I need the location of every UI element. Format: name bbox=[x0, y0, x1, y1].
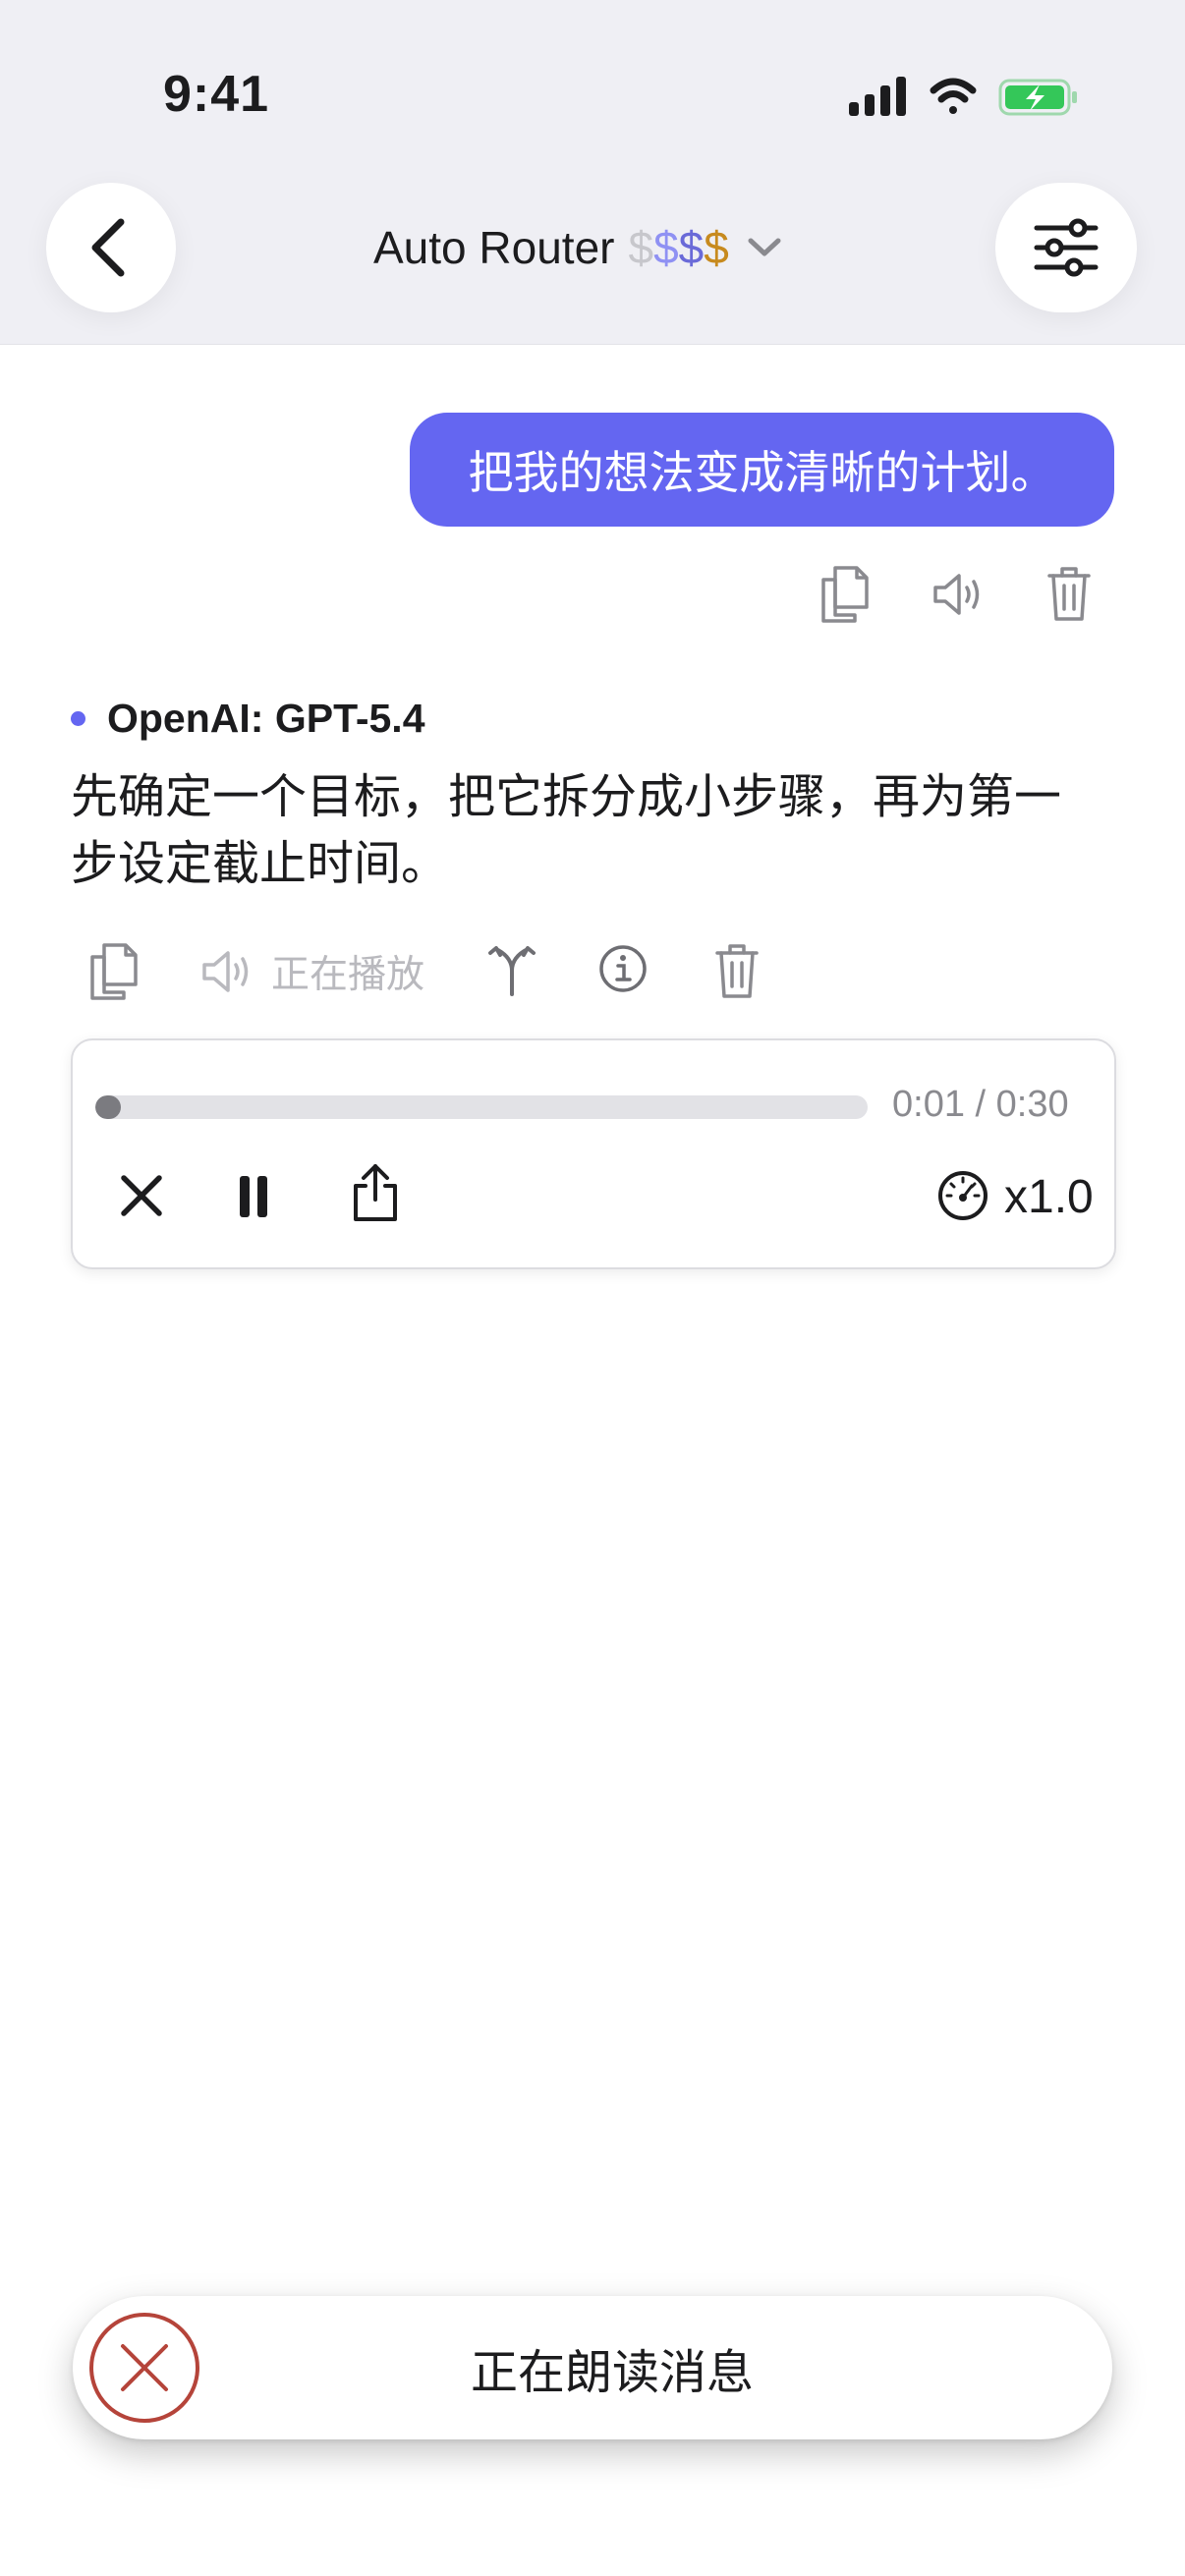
copy-button[interactable] bbox=[86, 941, 141, 1002]
status-time: 9:41 bbox=[163, 66, 270, 123]
price-symbol: $ bbox=[653, 222, 679, 273]
speed-button[interactable] bbox=[935, 1168, 990, 1223]
delete-button[interactable] bbox=[713, 941, 761, 1000]
close-player-button[interactable] bbox=[116, 1170, 167, 1221]
model-name: Auto Router bbox=[373, 222, 615, 273]
back-button[interactable] bbox=[46, 183, 176, 312]
user-message-text: 把我的想法变成清晰的计划。 bbox=[468, 447, 1056, 498]
speaker-icon bbox=[202, 951, 249, 992]
sliders-icon bbox=[1034, 218, 1099, 277]
branch-button[interactable] bbox=[486, 943, 537, 998]
progress-bar[interactable] bbox=[95, 1095, 868, 1119]
assistant-message-text: 先确定一个目标，把它拆分成小步骤，再为第一步设定截止时间。 bbox=[71, 771, 1062, 890]
info-button[interactable] bbox=[597, 943, 649, 994]
playing-indicator[interactable]: 正在播放 bbox=[200, 945, 424, 998]
playing-label: 正在播放 bbox=[271, 954, 425, 996]
speaker-icon bbox=[933, 574, 980, 615]
wifi-icon bbox=[930, 78, 977, 114]
price-symbol: $ bbox=[628, 222, 654, 273]
chevron-down-icon bbox=[748, 238, 781, 256]
progress-fill bbox=[95, 1095, 121, 1119]
user-message-bubble: 把我的想法变成清晰的计划。 bbox=[410, 413, 1114, 527]
audio-player: 0:01 / 0:30 x1.0 bbox=[71, 1038, 1116, 1269]
share-button[interactable] bbox=[350, 1162, 401, 1223]
reading-toast: 正在朗读消息 bbox=[73, 2296, 1112, 2439]
copy-icon bbox=[821, 566, 869, 623]
info-icon bbox=[599, 945, 647, 992]
playback-time: 0:01 / 0:30 bbox=[892, 1084, 1069, 1125]
close-icon bbox=[121, 1175, 162, 1216]
speak-button[interactable] bbox=[931, 568, 987, 621]
toast-text: 正在朗读消息 bbox=[470, 2347, 754, 2399]
signal-bars-icon bbox=[849, 77, 906, 116]
chevron-left-icon bbox=[91, 218, 125, 277]
speed-label[interactable]: x1.0 bbox=[1004, 1170, 1094, 1224]
price-symbol: $ bbox=[704, 222, 729, 273]
model-label-text: OpenAI: GPT-5.4 bbox=[107, 695, 425, 741]
pause-button[interactable] bbox=[234, 1172, 273, 1221]
top-bar: 9:41 Auto Router $ $ $ $ bbox=[0, 0, 1185, 345]
pause-icon bbox=[240, 1176, 267, 1217]
assistant-model-label: OpenAI: GPT-5.4 bbox=[71, 694, 425, 743]
copy-button[interactable] bbox=[818, 564, 873, 625]
model-selector[interactable]: Auto Router $ $ $ $ bbox=[373, 216, 782, 279]
price-tier: $ $ $ $ bbox=[628, 221, 728, 274]
status-icons bbox=[847, 73, 1083, 122]
battery-charging-icon bbox=[998, 79, 1077, 116]
speedometer-icon bbox=[938, 1171, 988, 1220]
share-icon bbox=[354, 1164, 397, 1221]
copy-icon bbox=[90, 943, 138, 1000]
settings-button[interactable] bbox=[995, 183, 1137, 312]
price-symbol: $ bbox=[678, 222, 705, 273]
delete-button[interactable] bbox=[1045, 564, 1093, 623]
trash-icon bbox=[715, 944, 759, 998]
branch-icon bbox=[488, 946, 536, 996]
model-status-dot bbox=[71, 710, 85, 726]
trash-icon bbox=[1047, 567, 1091, 621]
